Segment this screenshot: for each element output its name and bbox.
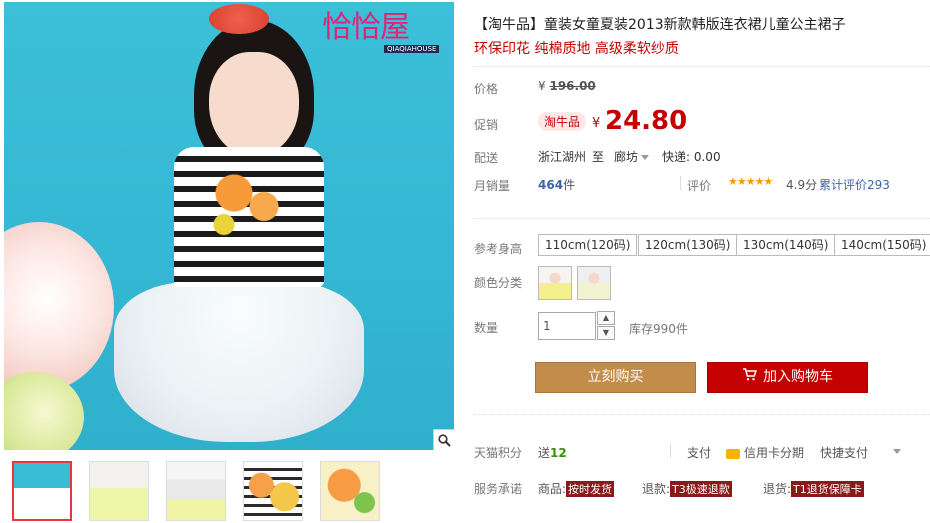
size-option-130[interactable]: 130cm(140码)	[736, 234, 836, 256]
size-option-120[interactable]: 120cm(130码)	[638, 234, 738, 256]
brand-logo: 恰恰屋 QIAQIAHOUSE	[322, 12, 442, 56]
quantity-input[interactable]	[538, 312, 596, 340]
quick-pay[interactable]: 快捷支付	[820, 444, 868, 461]
rating-stars-icon: ★★★★★	[728, 175, 773, 188]
main-product-image[interactable]: 恰恰屋 QIAQIAHOUSE	[4, 2, 454, 450]
points-value: 送12	[538, 444, 567, 461]
service-refund-label: 退款:	[642, 482, 671, 496]
shipping-destination: 廊坊	[614, 150, 639, 164]
credit-installment-label: 信用卡分期	[744, 446, 805, 460]
dress-tulle-skirt	[114, 282, 364, 442]
service-refund-tag[interactable]: T3极速退款	[670, 481, 732, 497]
thumbnail-strip	[12, 461, 380, 521]
pink-flower-decoration	[4, 222, 114, 392]
add-to-cart-label: 加入购物车	[763, 369, 833, 385]
quantity-decrease-button[interactable]: ▼	[597, 326, 615, 340]
original-price-currency: ¥	[538, 79, 546, 93]
shipping-label: 配送	[474, 151, 499, 165]
points-prefix: 送	[538, 446, 551, 460]
price-label: 价格	[474, 82, 499, 96]
shipping-fee: 快递: 0.00	[662, 150, 721, 164]
product-title: 【淘牛品】童装女童夏装2013新款韩版连衣裙儿童公主裙子	[474, 17, 846, 33]
service-goods-label: 商品:	[538, 482, 567, 496]
color-option-yellow[interactable]	[538, 266, 572, 300]
promo-label: 促销	[474, 118, 499, 132]
monthly-sales-count: 464	[538, 178, 564, 192]
thumbnail-2[interactable]	[89, 461, 149, 521]
thumbnail-3[interactable]	[166, 461, 226, 521]
credit-card-icon	[726, 448, 740, 459]
service-label: 服务承诺	[474, 482, 523, 496]
product-subtitle: 环保印花 纯棉质地 高级柔软纱质	[474, 41, 679, 57]
promo-badge: 淘牛品	[538, 112, 587, 131]
divider	[474, 218, 930, 219]
thumbnail-5[interactable]	[320, 461, 380, 521]
cumulative-reviews-link[interactable]: 累计评价293	[819, 176, 890, 193]
brand-logo-text: 恰恰屋	[322, 10, 410, 45]
brand-logo-subtext: QIAQIAHOUSE	[384, 45, 440, 53]
payment-label: 支付	[687, 446, 712, 460]
service-return: 退货: T1退货保障卡	[763, 480, 864, 497]
stock-count: 库存990件	[629, 322, 688, 336]
size-label: 参考身高	[474, 242, 523, 256]
quantity-increase-button[interactable]: ▲	[597, 311, 615, 325]
original-price-value: 196.00	[549, 79, 596, 93]
monthly-sales: 464件	[538, 176, 575, 193]
divider	[670, 444, 671, 458]
shipping-from: 浙江湖州	[538, 150, 587, 164]
monthly-sales-label: 月销量	[474, 179, 511, 193]
chevron-down-icon	[893, 449, 901, 454]
promo-currency: ¥	[592, 116, 601, 131]
active-thumbnail-indicator	[38, 461, 50, 462]
original-price: ¥ 196.00	[538, 79, 596, 93]
shipping-destination-select[interactable]: 廊坊	[614, 148, 650, 165]
color-option-white[interactable]	[577, 266, 611, 300]
monthly-sales-unit: 件	[563, 178, 576, 192]
add-to-cart-button[interactable]: 加入购物车	[707, 362, 868, 393]
size-option-110[interactable]: 110cm(120码)	[538, 234, 638, 256]
size-option-140[interactable]: 140cm(150码)	[834, 234, 930, 256]
divider	[680, 176, 681, 190]
thumbnail-4[interactable]	[243, 461, 303, 521]
points-label: 天猫积分	[474, 446, 523, 460]
thumbnail-1[interactable]	[12, 461, 72, 521]
quantity-label: 数量	[474, 321, 499, 335]
dress-floral-print	[194, 157, 294, 247]
promo-price: 24.80	[605, 106, 688, 136]
shopping-cart-icon	[742, 363, 757, 392]
service-goods-tag[interactable]: 按时发货	[566, 481, 615, 497]
color-label: 颜色分类	[474, 276, 523, 290]
credit-installment[interactable]: 信用卡分期	[726, 444, 804, 461]
magnifier-icon[interactable]	[433, 429, 454, 450]
shipping-to-word: 至	[592, 150, 605, 164]
yellow-flower-decoration	[4, 372, 84, 450]
model-face	[209, 52, 299, 157]
payment-more-select[interactable]	[890, 444, 901, 458]
chevron-down-icon	[641, 155, 650, 160]
points-number: 12	[550, 446, 567, 460]
model-headband-bow	[209, 4, 269, 34]
buy-now-button[interactable]: 立刻购买	[535, 362, 696, 393]
service-goods: 商品: 按时发货	[538, 480, 615, 497]
divider	[474, 66, 930, 67]
rating-score: 4.9分	[786, 178, 818, 192]
service-return-tag[interactable]: T1退货保障卡	[791, 481, 864, 497]
service-refund: 退款: T3极速退款	[642, 480, 732, 497]
service-return-label: 退货:	[763, 482, 792, 496]
review-label: 评价	[687, 179, 712, 193]
divider	[474, 414, 930, 415]
